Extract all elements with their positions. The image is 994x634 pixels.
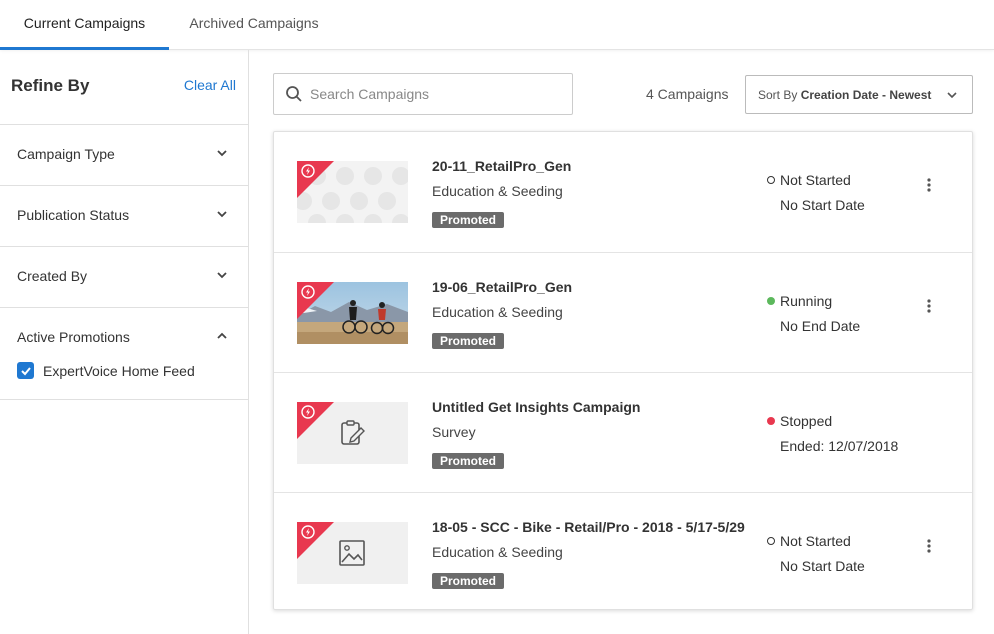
tab-archived-campaigns[interactable]: Archived Campaigns xyxy=(169,0,339,50)
campaign-type: Education & Seeding xyxy=(432,304,563,320)
campaign-date: No Start Date xyxy=(780,558,865,574)
tab-current-campaigns[interactable]: Current Campaigns xyxy=(0,0,169,50)
campaign-date: No End Date xyxy=(780,318,861,334)
sort-prefix: Sort By xyxy=(758,88,798,102)
status-dot xyxy=(767,417,775,425)
campaign-thumbnail xyxy=(297,402,408,464)
search-icon xyxy=(286,86,302,102)
search-input[interactable] xyxy=(310,74,565,114)
campaign-title[interactable]: 19-06_RetailPro_Gen xyxy=(432,279,572,295)
filter-publication-status[interactable]: Publication Status xyxy=(0,185,248,246)
campaign-thumbnail xyxy=(297,282,408,344)
chevron-up-icon xyxy=(217,332,227,339)
option-expertvoice-home-feed[interactable]: ExpertVoice Home Feed xyxy=(17,362,195,379)
filter-campaign-type[interactable]: Campaign Type xyxy=(0,124,248,185)
campaign-status: Not Started xyxy=(780,533,851,549)
chevron-down-icon xyxy=(217,211,227,218)
campaign-type: Survey xyxy=(432,424,476,440)
sort-value: Creation Date - Newest xyxy=(800,88,932,102)
bolt-icon xyxy=(301,164,315,178)
campaign-thumbnail xyxy=(297,522,408,584)
search-box xyxy=(273,73,573,115)
campaign-row[interactable]: 20-11_RetailPro_Gen Education & Seeding … xyxy=(274,132,972,252)
sort-text: Sort By Creation Date - Newest xyxy=(758,88,931,102)
filter-active-promotions[interactable]: Active Promotions ExpertVoice Home Feed xyxy=(0,307,248,400)
status-dot xyxy=(767,297,775,305)
promoted-badge: Promoted xyxy=(432,573,505,589)
campaign-row[interactable]: Untitled Get Insights Campaign Survey Pr… xyxy=(274,372,972,492)
chevron-down-icon xyxy=(217,272,227,279)
campaign-row[interactable]: 19-06_RetailPro_Gen Education & Seeding … xyxy=(274,252,972,372)
campaign-row[interactable]: 18-05 - SCC - Bike - Retail/Pro - 2018 -… xyxy=(274,492,972,612)
checkbox-checked[interactable] xyxy=(17,362,34,379)
filter-created-by[interactable]: Created By xyxy=(0,246,248,307)
chevron-down-icon xyxy=(947,92,957,99)
campaign-list: 20-11_RetailPro_Gen Education & Seeding … xyxy=(273,131,973,610)
promoted-badge: Promoted xyxy=(432,333,505,349)
more-options-icon[interactable] xyxy=(920,537,938,555)
status-dot xyxy=(767,537,775,545)
chevron-down-icon xyxy=(217,150,227,157)
campaign-status: Running xyxy=(780,293,833,309)
more-options-icon[interactable] xyxy=(920,176,938,194)
sidebar-title: Refine By xyxy=(11,76,90,95)
checkmark-icon xyxy=(20,366,31,375)
bolt-icon xyxy=(301,285,315,299)
campaign-title[interactable]: 20-11_RetailPro_Gen xyxy=(432,158,571,174)
more-options-icon[interactable] xyxy=(920,297,938,315)
campaign-thumbnail xyxy=(297,161,408,223)
promoted-badge: Promoted xyxy=(432,212,505,228)
filter-label: Publication Status xyxy=(17,207,130,223)
filter-label: Campaign Type xyxy=(17,146,115,162)
clear-all-link[interactable]: Clear All xyxy=(184,77,236,93)
campaign-title[interactable]: 18-05 - SCC - Bike - Retail/Pro - 2018 -… xyxy=(432,519,745,535)
bolt-icon xyxy=(301,405,315,419)
campaign-type: Education & Seeding xyxy=(432,544,563,560)
campaign-status: Stopped xyxy=(780,413,833,429)
sort-dropdown[interactable]: Sort By Creation Date - Newest xyxy=(745,75,973,114)
campaign-type: Education & Seeding xyxy=(432,183,563,199)
campaign-status: Not Started xyxy=(780,172,851,188)
promoted-badge: Promoted xyxy=(432,453,505,469)
filter-label: Active Promotions xyxy=(17,329,130,345)
campaign-date: No Start Date xyxy=(780,197,865,213)
campaign-count: 4 Campaigns xyxy=(646,86,729,102)
checkbox-label: ExpertVoice Home Feed xyxy=(43,362,195,379)
filter-sidebar: Refine By Clear All Campaign Type Public… xyxy=(0,50,249,634)
survey-clipboard-icon xyxy=(341,420,365,445)
campaign-title[interactable]: Untitled Get Insights Campaign xyxy=(432,399,640,415)
filter-label: Created By xyxy=(17,268,88,284)
status-dot xyxy=(767,176,775,184)
campaign-tabs: Current Campaigns Archived Campaigns xyxy=(0,0,994,50)
bolt-icon xyxy=(301,525,315,539)
campaign-date: Ended: 12/07/2018 xyxy=(780,438,899,454)
image-placeholder-icon xyxy=(339,540,365,566)
